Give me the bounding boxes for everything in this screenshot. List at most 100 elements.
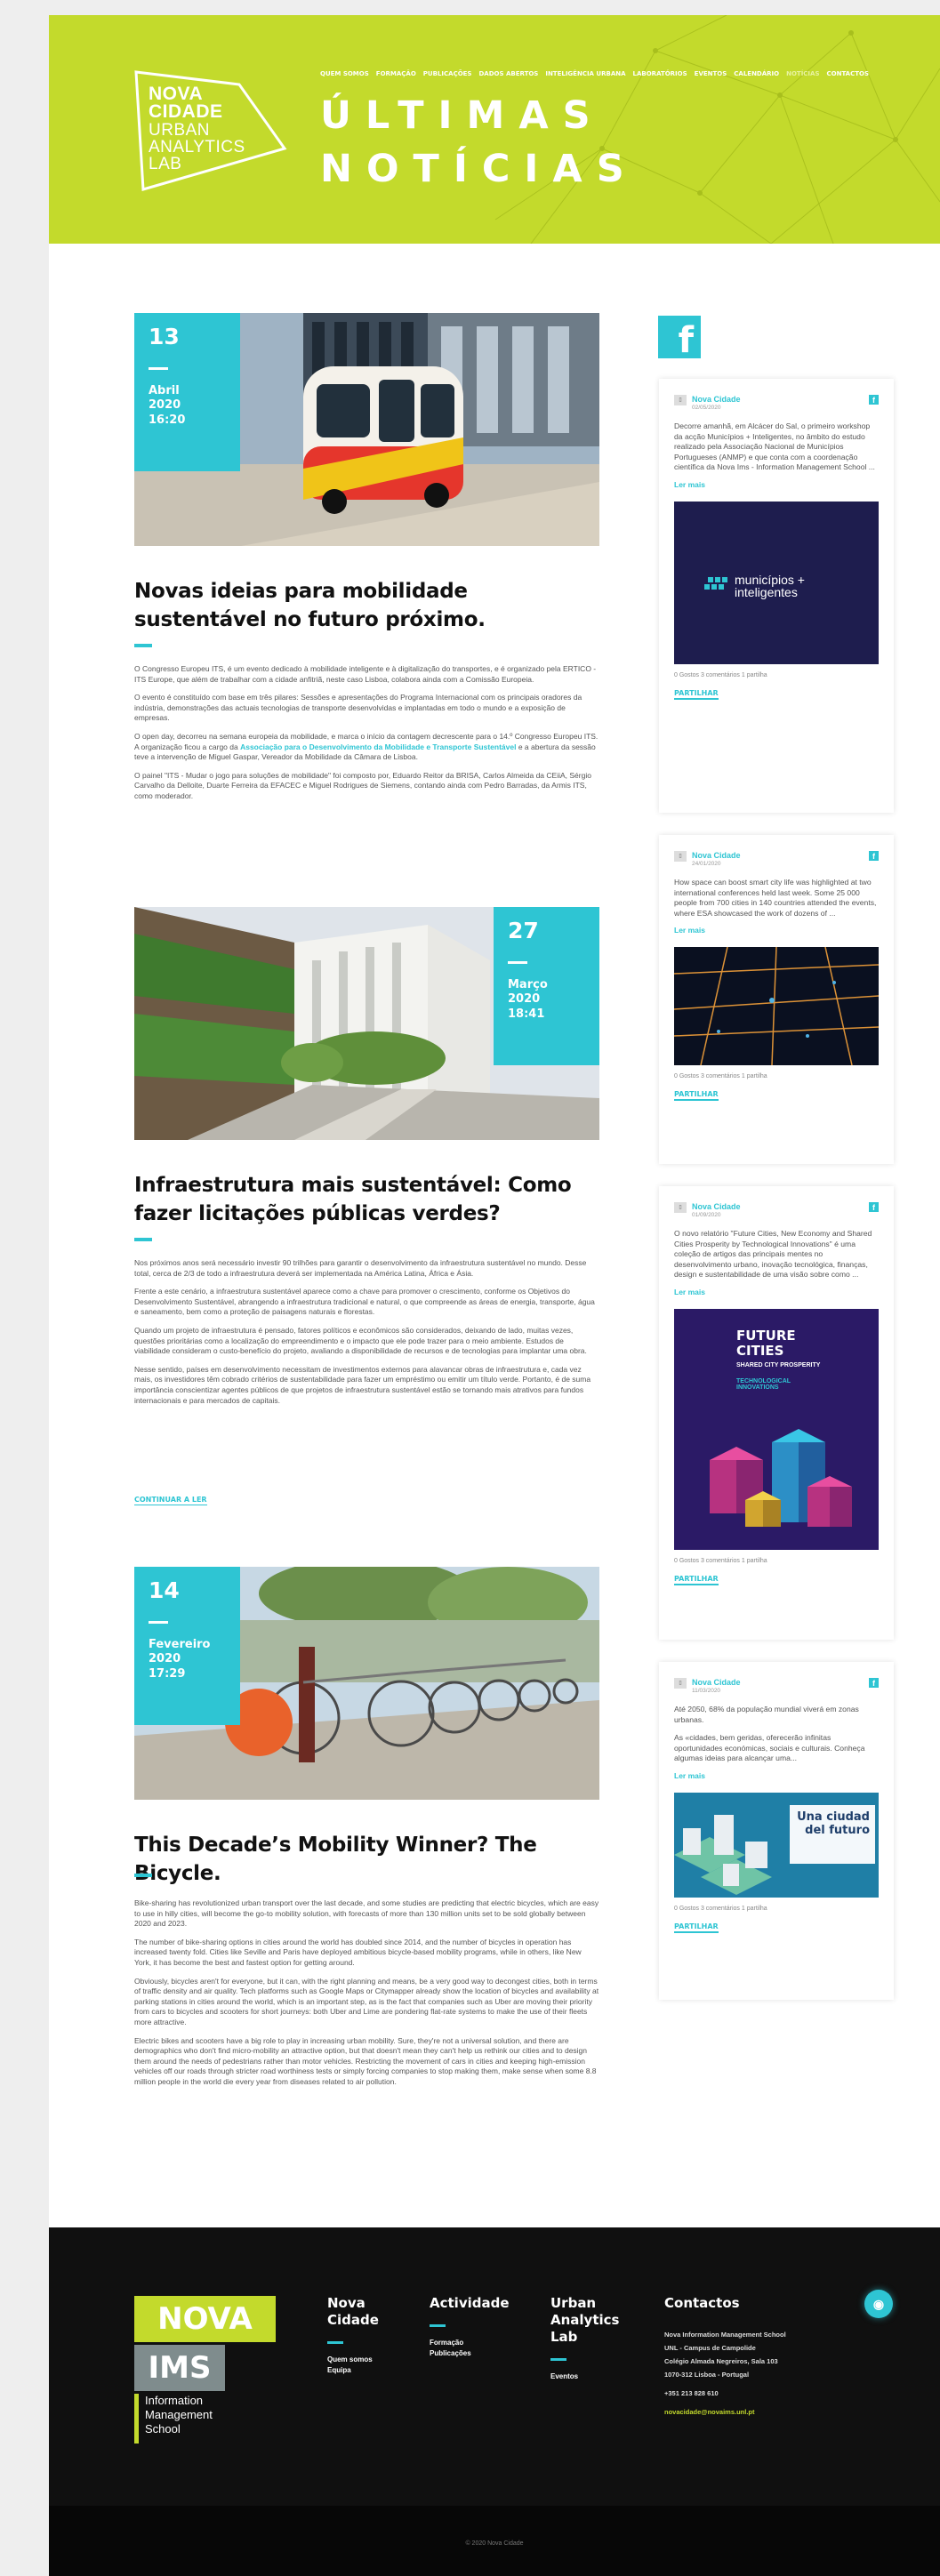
continue-reading-link[interactable]: CONTINUAR A LER — [134, 1496, 207, 1505]
article-time: 16:20 — [149, 413, 186, 427]
post-text: How space can boost smart city life was … — [674, 878, 877, 918]
post-image[interactable] — [674, 947, 879, 1066]
footer-heading: Cidade — [327, 2312, 379, 2328]
contact-email[interactable]: novacidade@novaims.unl.pt — [664, 2405, 833, 2419]
post-date: 24/01/2020 — [692, 861, 721, 867]
article-paragraph: Quando um projeto de infraestrutura é pe… — [134, 1325, 587, 1356]
footer-contacts: Contactos Nova Information Management Sc… — [664, 2295, 833, 2419]
post-date: 01/09/2020 — [692, 1212, 721, 1218]
read-more-link[interactable]: Ler mais — [674, 1288, 879, 1296]
post-stats: 0 Gostos 3 comentários 1 partilha — [674, 1905, 767, 1912]
footer-link-formacao[interactable]: Formação — [430, 2338, 510, 2348]
post-author[interactable]: Nova Cidade — [692, 395, 741, 405]
logo-sub-2: Management — [145, 2408, 213, 2421]
isometric-city-icon — [710, 1428, 852, 1527]
title-accent — [134, 1874, 152, 1877]
article-title[interactable]: Novas ideias para mobilidade sustentável… — [134, 577, 599, 634]
footer-column-nova-cidade: Nova Cidade Quem somos Equipa — [327, 2295, 379, 2376]
article-body: O Congresso Europeu ITS, é um evento ded… — [134, 664, 599, 810]
share-link[interactable]: PARTILHAR — [674, 1090, 719, 1102]
footer-heading: Urban — [550, 2295, 597, 2311]
facebook-icon[interactable]: f — [658, 316, 701, 358]
facebook-small-icon[interactable]: f — [869, 1202, 879, 1212]
main-nav: QUEM SOMOS FORMAÇÃO PUBLICAÇÕES DADOS AB… — [320, 70, 869, 77]
logo-sub-1: Information — [145, 2394, 204, 2407]
facebook-small-icon[interactable]: f — [869, 851, 879, 861]
facebook-post-card: ▯ Nova Cidade 11/03/2020 f Até 2050, 68%… — [659, 1662, 894, 2000]
nav-contactos[interactable]: CONTACTOS — [827, 70, 870, 77]
nav-publicacoes[interactable]: PUBLICAÇÕES — [423, 70, 472, 77]
post-author[interactable]: Nova Cidade — [692, 1202, 741, 1212]
read-more-link[interactable]: Ler mais — [674, 1771, 879, 1780]
contact-line: 1070-312 Lisboa - Portugal — [664, 2371, 750, 2379]
nav-calendario[interactable]: CALENDÁRIO — [734, 70, 779, 77]
article-month: Abril — [149, 384, 180, 397]
post-author[interactable]: Nova Cidade — [692, 1678, 741, 1688]
association-link[interactable]: Associação para o Desenvolvimento da Mob… — [240, 742, 516, 751]
article-paragraph: Obviously, bicycles aren't for everyone,… — [134, 1976, 599, 2026]
article-paragraph: O painel "ITS - Mudar o jogo para soluçõ… — [134, 770, 591, 800]
article-paragraph: Frente a este cenário, a infraestrutura … — [134, 1287, 595, 1317]
logo-line-nova: NOVA — [149, 84, 204, 104]
read-more-link[interactable]: Ler mais — [674, 480, 879, 489]
nav-noticias[interactable]: NOTÍCIAS — [786, 70, 819, 77]
article-month: Março — [508, 978, 548, 991]
page-avatar: ▯ — [674, 395, 687, 405]
article-year: 2020 — [508, 992, 541, 1007]
contact-phone[interactable]: +351 213 828 610 — [664, 2387, 833, 2400]
nav-formacao[interactable]: FORMAÇÃO — [376, 70, 416, 77]
footer-link-eventos[interactable]: Eventos — [550, 2371, 619, 2382]
article-paragraph: The number of bike-sharing options in ci… — [134, 1937, 582, 1967]
share-link[interactable]: PARTILHAR — [674, 1922, 719, 1933]
article-paragraph: O evento é constituído com base em três … — [134, 693, 582, 723]
facebook-small-icon[interactable]: f — [869, 395, 879, 405]
footer-heading: Actividade — [430, 2295, 510, 2311]
article-time: 18:41 — [508, 1007, 545, 1021]
footer-link-publicacoes[interactable]: Publicações — [430, 2348, 510, 2359]
article-title[interactable]: Infraestrutura mais sustentável: Como fa… — [134, 1171, 599, 1228]
nav-dados-abertos[interactable]: DADOS ABERTOS — [478, 70, 538, 77]
read-more-link[interactable]: Ler mais — [674, 926, 879, 935]
footer-column-actividade: Actividade Formação Publicações — [430, 2295, 510, 2359]
facebook-post-card: ▯ Nova Cidade 02/05/2020 f Decorre amanh… — [659, 379, 894, 813]
nova-cidade-logo[interactable]: NOVA CIDADE URBAN ANALYTICS LAB — [133, 68, 288, 193]
article-paragraph: Nesse sentido, países em desenvolvimento… — [134, 1364, 591, 1405]
post-text-2: As «cidades, bem geridas, oferecerão inf… — [674, 1733, 865, 1763]
article-date-badge: 13 Abril 2020 16:20 — [134, 313, 240, 471]
page-avatar: ▯ — [674, 851, 687, 862]
post-image-caption: municípios + inteligentes — [735, 572, 805, 599]
post-text: Até 2050, 68% da população mundial viver… — [674, 1705, 859, 1724]
article-year: 2020 — [149, 398, 181, 413]
title-accent — [134, 1238, 152, 1241]
post-author[interactable]: Nova Cidade — [692, 851, 741, 861]
post-image[interactable]: FUTURE CITIES SHARED CITY PROSPERITY TEC… — [674, 1308, 879, 1550]
contact-line: Nova Information Management School — [664, 2331, 786, 2339]
post-stats: 0 Gostos 3 comentários 1 partilha — [674, 1073, 767, 1080]
article-title[interactable]: This Decade’s Mobility Winner? The Bicyc… — [134, 1831, 599, 1888]
footer-link-quem-somos[interactable]: Quem somos — [327, 2355, 379, 2365]
article-time: 17:29 — [149, 1666, 186, 1681]
article-year: 2020 — [149, 1652, 181, 1666]
post-image[interactable]: Una ciudad del futuro — [674, 1792, 879, 1898]
facebook-small-icon[interactable]: f — [869, 1678, 879, 1688]
logo-nova: NOVA — [134, 2296, 276, 2342]
nav-inteligencia-urbana[interactable]: INTELIGÊNCIA URBANA — [545, 70, 625, 77]
share-link[interactable]: PARTILHAR — [674, 689, 719, 700]
copyright: © 2020 Nova Cidade — [465, 2540, 524, 2547]
page-avatar: ▯ — [674, 1678, 687, 1689]
article-paragraph: Bike-sharing has revolutionized urban tr… — [134, 1898, 599, 1929]
nav-eventos[interactable]: EVENTOS — [695, 70, 727, 77]
page-title-line1: ÚLTIMAS — [320, 93, 605, 138]
logo-line-cidade: CIDADE — [149, 101, 223, 122]
nova-ims-logo[interactable]: NOVA IMS Information Management School — [134, 2296, 276, 2444]
post-image[interactable]: municípios + inteligentes — [674, 501, 879, 664]
footer-heading: Lab — [550, 2329, 578, 2345]
back-to-top-icon[interactable]: ◉ — [864, 2290, 893, 2318]
footer-link-equipa[interactable]: Equipa — [327, 2365, 379, 2376]
nav-laboratorios[interactable]: LABORATÓRIOS — [633, 70, 687, 77]
contact-line: Colégio Almada Negreiros, Sala 103 — [664, 2357, 778, 2365]
nav-quem-somos[interactable]: QUEM SOMOS — [320, 70, 369, 77]
ciudad-futuro-caption: Una ciudad del futuro — [797, 1810, 870, 1837]
article-body: Nos próximos anos será necessário invest… — [134, 1258, 599, 1414]
share-link[interactable]: PARTILHAR — [674, 1575, 719, 1585]
